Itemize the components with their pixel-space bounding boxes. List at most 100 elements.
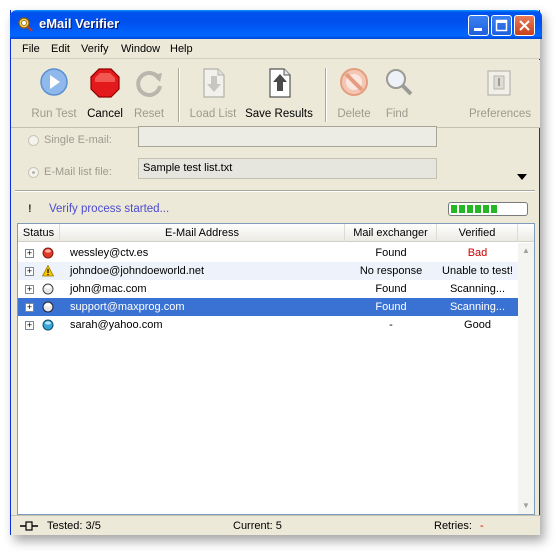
table-row[interactable]: + johndoe@johndoeworld.net No response U… bbox=[18, 262, 518, 280]
title-bar[interactable]: eMail Verifier bbox=[10, 10, 542, 39]
verified-cell: Good bbox=[464, 319, 491, 331]
email-cell: sarah@yahoo.com bbox=[70, 319, 163, 331]
preferences-button[interactable]: Preferences bbox=[469, 66, 531, 120]
info-icon: ! bbox=[28, 203, 32, 215]
toolbar-separator bbox=[178, 68, 180, 122]
expand-icon[interactable]: + bbox=[25, 249, 34, 258]
save-results-label: Save Results bbox=[245, 108, 313, 120]
menu-edit[interactable]: Edit bbox=[51, 43, 70, 55]
header-email[interactable]: E-Mail Address bbox=[60, 224, 345, 242]
warning-icon bbox=[42, 265, 54, 277]
toolbar: Run Test Cancel Reset Load List Save Res… bbox=[11, 60, 540, 128]
table-row[interactable]: + sarah@yahoo.com - Good bbox=[18, 316, 518, 334]
status-scanning-icon bbox=[42, 283, 54, 295]
delete-icon bbox=[340, 68, 368, 96]
mx-cell: Found bbox=[375, 283, 407, 295]
email-list-file-field[interactable]: Sample test list.txt bbox=[138, 158, 437, 179]
run-test-label: Run Test bbox=[31, 108, 77, 120]
menu-window[interactable]: Window bbox=[121, 43, 160, 55]
refresh-icon bbox=[136, 71, 162, 97]
collapse-arrow-icon[interactable] bbox=[516, 173, 528, 181]
stop-icon bbox=[90, 68, 120, 98]
progress-segment bbox=[467, 205, 473, 213]
mx-cell: No response bbox=[359, 265, 423, 277]
maximize-button[interactable] bbox=[491, 15, 512, 36]
single-email-radio[interactable] bbox=[28, 135, 39, 146]
load-list-button[interactable]: Load List bbox=[189, 66, 237, 120]
menu-verify[interactable]: Verify bbox=[81, 43, 109, 55]
delete-label: Delete bbox=[337, 108, 371, 120]
verified-cell: Scanning... bbox=[449, 283, 506, 295]
verified-cell: Unable to test! bbox=[442, 265, 513, 277]
tested-count: Tested: 3/5 bbox=[47, 520, 101, 532]
status-good-icon bbox=[42, 319, 54, 331]
minimize-icon bbox=[474, 28, 482, 31]
table-header: Status E-Mail Address Mail exchanger Ver… bbox=[18, 224, 534, 242]
retries-label: Retries: bbox=[434, 520, 472, 532]
expand-icon[interactable]: + bbox=[25, 303, 34, 312]
expand-icon[interactable]: + bbox=[25, 321, 34, 330]
reset-label: Reset bbox=[133, 108, 165, 120]
scroll-down-icon[interactable]: ▼ bbox=[518, 498, 534, 514]
current-count: Current: 5 bbox=[233, 520, 282, 532]
save-results-button[interactable]: Save Results bbox=[245, 66, 313, 120]
process-status: ! Verify process started... bbox=[11, 198, 540, 226]
magnifier-icon bbox=[386, 69, 413, 96]
expand-icon[interactable]: + bbox=[25, 285, 34, 294]
find-label: Find bbox=[385, 108, 409, 120]
email-list-radio[interactable] bbox=[28, 167, 39, 178]
scroll-up-icon[interactable]: ▲ bbox=[518, 243, 534, 259]
email-cell: john@mac.com bbox=[70, 283, 147, 295]
table-row-selected[interactable]: + support@maxprog.com Found Scanning... bbox=[18, 298, 518, 316]
close-button[interactable] bbox=[514, 15, 535, 36]
minimize-button[interactable] bbox=[468, 15, 489, 36]
status-message: Verify process started... bbox=[49, 203, 170, 215]
app-window: eMail Verifier File Edit Verify Window H… bbox=[10, 10, 542, 535]
cancel-button[interactable]: Cancel bbox=[85, 66, 125, 120]
email-cell: johndoe@johndoeworld.net bbox=[70, 265, 205, 277]
mx-cell: Found bbox=[375, 301, 407, 313]
status-bad-icon bbox=[42, 247, 54, 259]
status-bar: Tested: 3/5 Current: 5 Retries: - bbox=[11, 515, 540, 535]
progress-bar bbox=[448, 202, 528, 216]
menu-help[interactable]: Help bbox=[170, 43, 193, 55]
progress-segment bbox=[483, 205, 489, 213]
load-document-icon bbox=[203, 68, 225, 98]
preferences-icon bbox=[487, 70, 511, 96]
table-row[interactable]: + john@mac.com Found Scanning... bbox=[18, 280, 518, 298]
divider bbox=[15, 190, 535, 192]
header-verified[interactable]: Verified bbox=[437, 224, 518, 242]
single-email-field[interactable] bbox=[138, 126, 437, 147]
run-test-button[interactable]: Run Test bbox=[30, 66, 78, 120]
delete-button[interactable]: Delete bbox=[336, 66, 372, 120]
save-document-icon bbox=[269, 68, 291, 98]
header-mail-exchanger[interactable]: Mail exchanger bbox=[345, 224, 437, 242]
retries-value: - bbox=[480, 520, 484, 532]
results-table: Status E-Mail Address Mail exchanger Ver… bbox=[17, 223, 535, 515]
vertical-scrollbar[interactable]: ▲ ▼ bbox=[518, 243, 534, 514]
expand-icon[interactable]: + bbox=[25, 267, 34, 276]
cancel-label: Cancel bbox=[87, 108, 123, 120]
header-status[interactable]: Status bbox=[18, 224, 60, 242]
mx-cell: - bbox=[389, 319, 393, 331]
load-list-label: Load List bbox=[189, 108, 237, 120]
status-scanning-icon bbox=[42, 301, 54, 313]
verified-cell: Bad bbox=[467, 247, 488, 259]
progress-segment bbox=[459, 205, 465, 213]
reset-button[interactable]: Reset bbox=[132, 66, 166, 120]
find-button[interactable]: Find bbox=[382, 66, 413, 120]
connection-plug-icon bbox=[20, 521, 38, 531]
progress-segment bbox=[491, 205, 497, 213]
play-icon bbox=[40, 68, 68, 96]
email-cell: wessley@ctv.es bbox=[70, 247, 149, 259]
single-email-label: Single E-mail: bbox=[44, 134, 112, 146]
email-list-label: E-Mail list file: bbox=[44, 166, 112, 178]
mx-cell: Found bbox=[375, 247, 407, 259]
email-cell: support@maxprog.com bbox=[70, 301, 185, 313]
progress-segment bbox=[451, 205, 457, 213]
menu-bar: File Edit Verify Window Help bbox=[11, 39, 540, 59]
verified-cell: Scanning... bbox=[449, 301, 506, 313]
menu-file[interactable]: File bbox=[22, 43, 40, 55]
close-icon bbox=[519, 20, 530, 31]
table-row[interactable]: + wessley@ctv.es Found Bad bbox=[18, 244, 518, 262]
